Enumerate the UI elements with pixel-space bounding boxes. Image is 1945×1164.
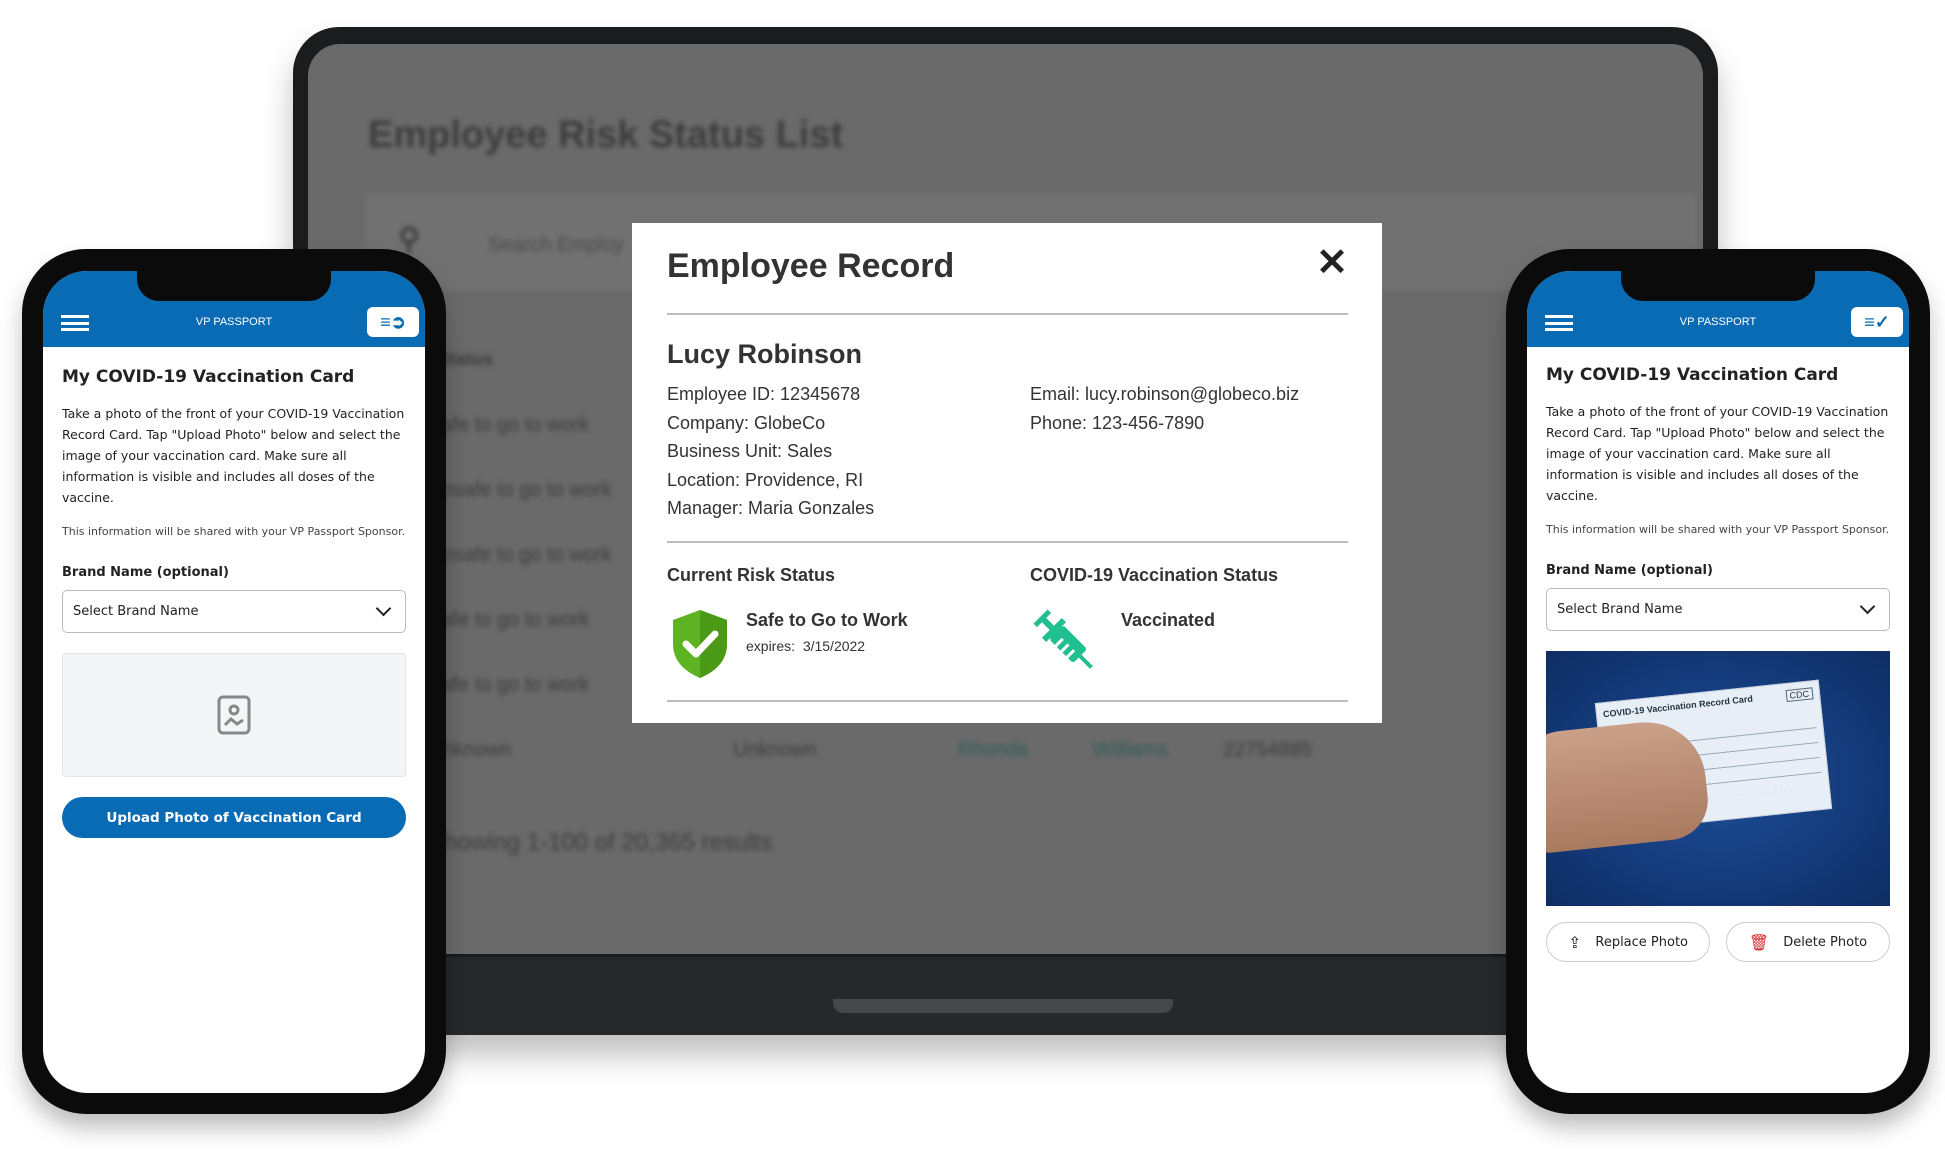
brand-select-value: Select Brand Name: [1557, 602, 1683, 617]
trash-icon: 🗑: [1748, 932, 1770, 952]
app-header: VP PASSPORT ≡➲: [43, 271, 425, 347]
delete-photo-label: Delete Photo: [1783, 934, 1868, 950]
phone-notch: [1621, 271, 1815, 301]
sharing-note: This information will be shared with you…: [1546, 523, 1890, 536]
phone-right: VP PASSPORT ≡✓ My COVID-19 Vaccination C…: [1506, 249, 1930, 1114]
replace-photo-button[interactable]: ⇪ Replace Photo: [1546, 922, 1710, 962]
brand-select[interactable]: Select Brand Name: [62, 590, 406, 633]
vaccination-status: Vaccinated: [1121, 610, 1216, 630]
results-count: Showing 1-100 of 20,365 results: [428, 829, 773, 856]
expires-date: 3/15/2022: [802, 638, 866, 654]
phone-left: VP PASSPORT ≡➲ My COVID-19 Vaccination C…: [22, 249, 446, 1114]
brand-select-value: Select Brand Name: [73, 604, 199, 619]
row-id: 22754885: [1223, 739, 1312, 761]
upload-photo-button[interactable]: Upload Photo of Vaccination Card: [62, 797, 406, 838]
manager: Manager: Maria Gonzales: [667, 498, 875, 518]
page-title: Employee Risk Status List: [368, 114, 844, 156]
modal-title: Employee Record: [667, 247, 955, 285]
phone[interactable]: Phone: 123-456-7890: [1030, 413, 1204, 434]
cdc-logo: CDC: [1785, 687, 1814, 703]
laptop-base: [293, 957, 1718, 1035]
risk-expiry: expires: 3/15/2022: [746, 638, 865, 654]
image-placeholder-icon: [217, 695, 251, 735]
employee-name: Lucy Robinson: [667, 339, 862, 369]
table-row[interactable]: Unsafe to go to work: [428, 544, 611, 567]
laptop-hinge: [833, 999, 1173, 1013]
phone-screen: VP PASSPORT ≡➲ My COVID-19 Vaccination C…: [43, 271, 425, 1093]
location: Location: Providence, RI: [667, 470, 864, 490]
risk-heading: Current Risk Status: [667, 565, 836, 585]
table-row[interactable]: Safe to go to work: [428, 414, 589, 437]
upload-icon: ⇪: [1567, 932, 1582, 952]
employee-record-modal: Employee Record ✕ Lucy Robinson Employee…: [632, 223, 1382, 723]
brand-label: Brand Name (optional): [1546, 563, 1713, 578]
syringe-icon: [1033, 609, 1093, 669]
search-input[interactable]: Search Employ: [488, 234, 624, 257]
delete-photo-button[interactable]: 🗑 Delete Photo: [1726, 922, 1890, 962]
divider: [667, 700, 1348, 702]
chevron-down-icon: [1859, 598, 1876, 615]
divider: [667, 541, 1348, 543]
close-icon[interactable]: ✕: [1316, 243, 1348, 283]
vp-passport-logo-icon: ≡➲: [367, 307, 419, 337]
company: Company: GlobeCo: [667, 413, 826, 433]
phone-screen: VP PASSPORT ≡✓ My COVID-19 Vaccination C…: [1527, 271, 1909, 1093]
table-row[interactable]: Safe to go to work: [428, 674, 589, 697]
email[interactable]: Email: lucy.robinson@globeco.biz: [1030, 384, 1299, 405]
card-title: My COVID-19 Vaccination Card: [1546, 365, 1839, 385]
photo-placeholder[interactable]: [62, 653, 406, 777]
employee-id: Employee ID: 12345678: [667, 384, 861, 404]
chevron-down-icon: [375, 600, 392, 617]
card-title: My COVID-19 Vaccination Card: [62, 367, 355, 387]
vaccination-heading: COVID-19 Vaccination Status: [1030, 565, 1279, 585]
phone-notch: [137, 271, 331, 301]
row-last-name[interactable]: Williams: [1093, 739, 1167, 762]
row-status: Unknown: [733, 739, 817, 761]
sharing-note: This information will be shared with you…: [62, 525, 406, 538]
app-header: VP PASSPORT ≡✓: [1527, 271, 1909, 347]
risk-status: Safe to Go to Work: [746, 610, 908, 630]
expires-label: expires:: [746, 638, 796, 654]
instructions: Take a photo of the front of your COVID-…: [1546, 404, 1889, 503]
status-header: Status: [438, 349, 494, 369]
shield-check-icon: [673, 610, 727, 678]
vaccination-card-photo: COVID-19 Vaccination Record Card CDC: [1546, 651, 1890, 906]
instructions: Take a photo of the front of your COVID-…: [62, 406, 405, 505]
brand-select[interactable]: Select Brand Name: [1546, 588, 1890, 631]
vp-passport-check-logo-icon: ≡✓: [1851, 307, 1903, 337]
table-row[interactable]: Safe to go to work: [428, 609, 589, 632]
card-photo-title: COVID-19 Vaccination Record Card: [1602, 693, 1754, 720]
brand-label: Brand Name (optional): [62, 565, 229, 580]
row-first-name[interactable]: Rhonda: [958, 739, 1028, 762]
table-row[interactable]: Unsafe to go to work: [428, 479, 611, 502]
divider: [667, 313, 1348, 315]
business-unit: Business Unit: Sales: [667, 441, 833, 461]
replace-photo-label: Replace Photo: [1595, 934, 1689, 950]
